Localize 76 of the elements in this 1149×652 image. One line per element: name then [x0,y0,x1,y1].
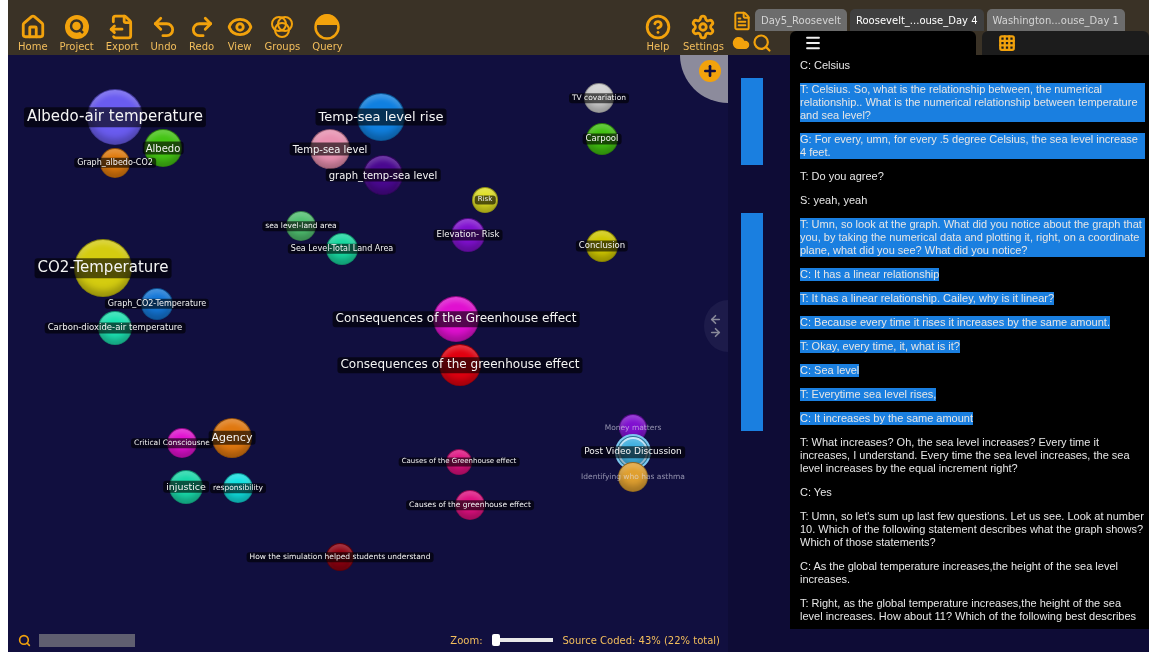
document-tab[interactable]: Washington...ouse_Day 1 [986,9,1125,31]
groups-button[interactable]: Groups [260,14,305,52]
magnifier-circle-icon [63,14,90,40]
transcript-paragraph: T: Do you agree? [800,170,884,183]
node-label: graph_temp-sea level [325,168,441,182]
project-button[interactable]: Project [55,14,98,52]
zoom-thumb[interactable] [491,634,500,646]
settings-icon [690,14,717,40]
menu-icon [804,34,822,52]
transcript-paragraph: T: Umn, so let's sum up last few questions. Let us see. Look at number 10. Which of the following statement describes what the graph shows? Which of those statements? [800,510,1145,549]
plus-icon [702,63,718,79]
node-label: CO2-Temperature [34,258,172,278]
redo-button[interactable]: Redo [184,14,219,52]
node-label: Carbon-dioxide-air temperature [44,322,186,334]
transcript-paragraph: T: Everytime sea level rises, [800,388,937,401]
node-label: Albedo-air temperature [23,107,207,127]
transcript-paragraph: C: Because every time it rises it increases by the same amount. [800,316,1110,329]
transcript-paragraph: T: Right, as the global temperature increases,the height of the sea level increases. How about 11? Which of the following best describes [800,597,1138,623]
search-icon [18,633,31,647]
notes-button[interactable] [732,11,752,31]
house-icon [19,14,46,40]
node-label: injustice [163,480,209,494]
search-field[interactable] [39,633,135,647]
transcript-paragraph: C: Yes [800,486,832,499]
grid-view-tab[interactable] [982,31,1149,55]
grid-icon [998,34,1016,52]
node-bubble[interactable] [472,187,498,213]
node-label: Consequences of the greenhouse effect [337,357,583,373]
zoom-label: Zoom: [450,634,483,646]
transcript-paragraph: C: Celsius [800,59,851,72]
transcript-paragraph: S: yeah, yeah [800,194,868,207]
search-icon [752,33,772,53]
transcript-paragraph: G: For every, umn, for every .5 degree Celsius, the sea level increase 4 feet. [800,133,1145,159]
transcript-paragraph: T: Celsius. So, what is the relationship between, the numerical relationship.. What is the numerical relationship between temperature and sea level? [800,83,1145,122]
transcript-paragraph: C: It increases by the same amount [800,412,974,425]
node-label: Conclusion [575,240,629,252]
view-button[interactable]: View [222,14,257,52]
transcript-paragraph: C: Sea level [800,364,860,377]
node-label: Carpool [582,133,622,145]
export-button[interactable]: Export [101,14,143,52]
node-bubble[interactable] [586,123,618,155]
transcript-paragraph: T: It has a linear relationship. Cailey, why is it linear? [800,292,1055,305]
node-label: Temp-sea level rise [315,108,447,126]
transcript-paragraph: T: What increases? Oh, the sea level increases? Every time it increases, I understand. Every time the sea level increases, the sea level increases by the equal increment right? [800,436,1131,475]
node-label: Post Video Discussion [581,446,685,458]
node-label: Elevation- Risk [433,229,503,241]
node-label: Graph_CO2-Temperature [104,298,210,310]
node-bubble[interactable] [212,418,252,458]
circles-icon [269,14,296,40]
document-tab[interactable]: Roosevelt_...ouse_Day 4 [850,9,984,31]
half-circle-icon [314,14,341,40]
query-button[interactable]: Query [308,14,347,52]
source-coded-status: Source Coded: 43% (22% total) [562,634,720,646]
cloud-button[interactable] [732,34,750,52]
node-bubble[interactable] [326,543,354,571]
settings-button[interactable]: Settings [679,14,728,52]
node-label: Temp-sea level [289,142,371,156]
cloud-icon [732,34,750,52]
node-label: Graph_albedo-CO2 [74,157,156,169]
transcript-paragraph: T: Umn, so look at the graph. What did you notice about the graph that you, by taking the numerical data and plotting it, right, on a coordinate plane, what did you see? What did you notice? [800,218,1145,257]
transcript-paragraph: T: Okay, every time, it, what is it? [800,340,960,353]
node-label: Agency [208,430,256,446]
help-button[interactable]: Help [641,14,675,52]
transcript-paragraph: C: As the global temperature increases,the height of the sea level increases. [800,560,1119,586]
search-button[interactable] [752,33,772,53]
node-label: Consequences of the Greenhouse effect [332,311,580,327]
transcript-paragraph: C: It has a linear relationship [800,268,940,281]
node-label: Sea Level-Total Land Area [287,243,397,255]
help-icon [645,14,671,40]
node-label: Albedo [142,141,184,155]
document-icon [732,11,752,31]
home-button[interactable]: Home [14,14,52,52]
document-tab[interactable]: Day5_Roosevelt [755,9,847,31]
left-arrow-icon [709,313,722,326]
right-arrow-icon [709,326,722,339]
undo-button[interactable]: Undo [146,14,181,52]
